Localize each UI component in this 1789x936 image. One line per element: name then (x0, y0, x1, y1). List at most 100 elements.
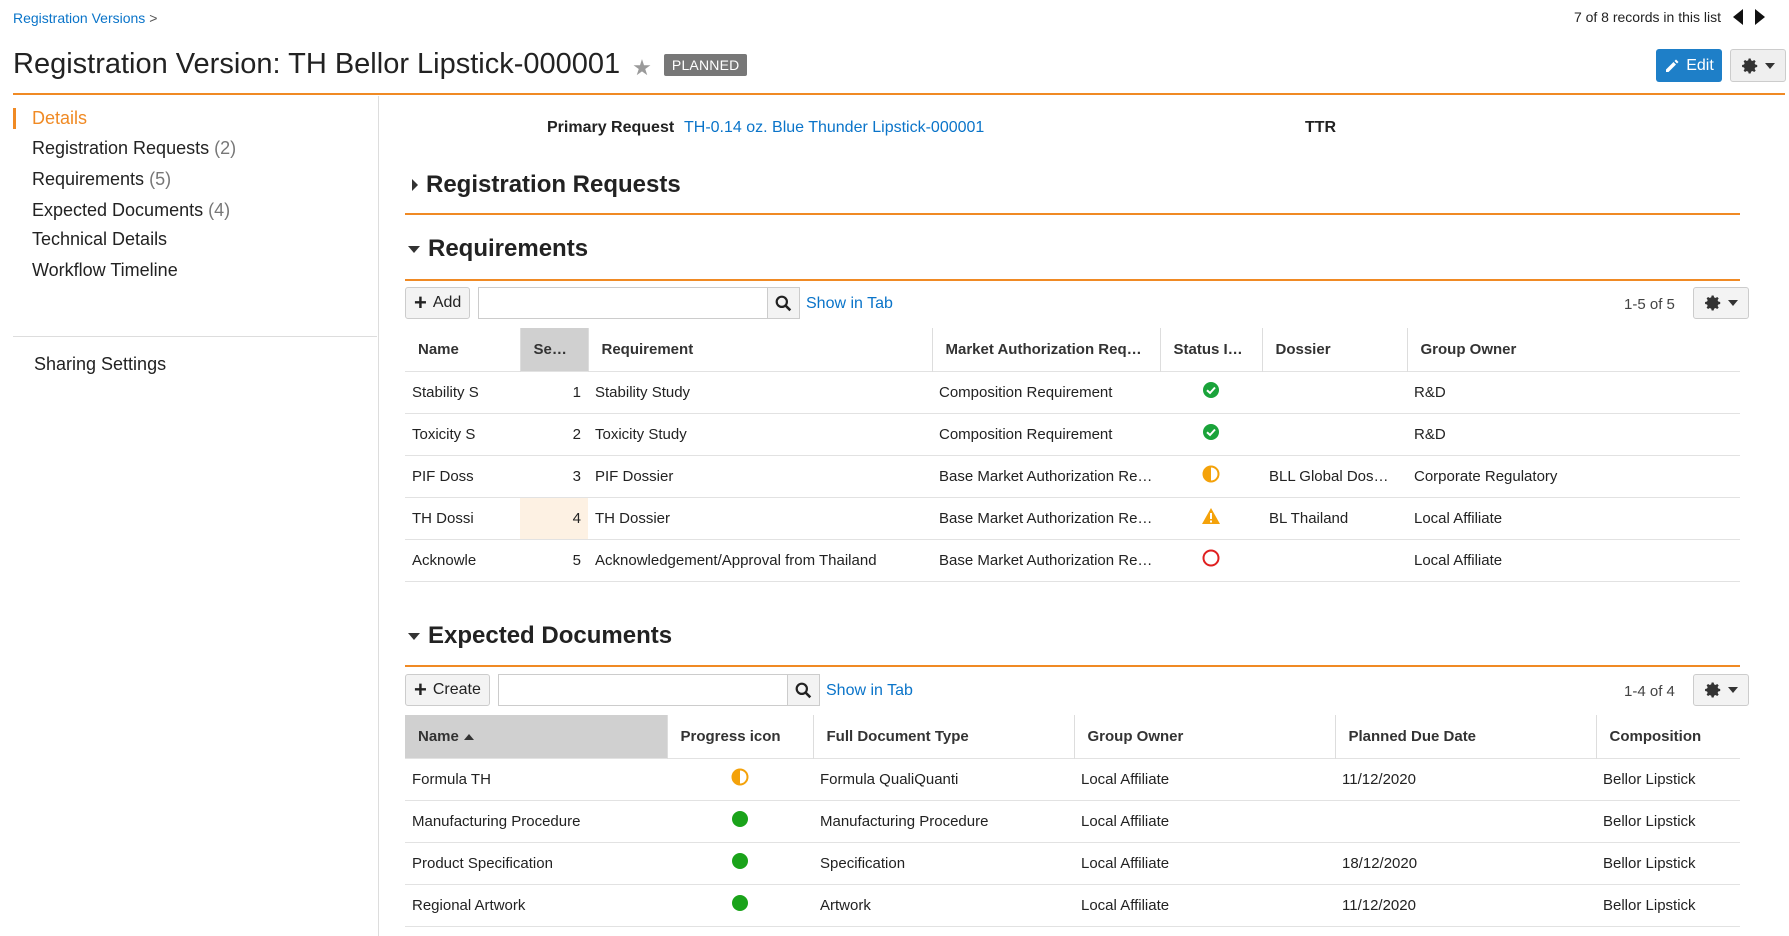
primary-request-link[interactable]: TH-0.14 oz. Blue Thunder Lipstick-000001 (684, 119, 984, 137)
requirements-search-button[interactable] (768, 287, 800, 319)
breadcrumb-registration-versions[interactable]: Registration Versions (13, 10, 145, 26)
row-name-link[interactable]: Toxicity S (405, 412, 520, 455)
row-market-authorization: Composition Requirement (932, 370, 1160, 413)
documents-search-button[interactable] (788, 674, 820, 706)
documents-show-in-tab-link[interactable]: Show in Tab (826, 682, 913, 700)
column-header-group-owner[interactable]: Group Owner (1074, 715, 1336, 758)
requirements-pager: 1-5 of 5 (1624, 296, 1675, 313)
sidebar-item-label: Registration Requests (32, 138, 210, 158)
requirements-actions-button[interactable] (1693, 287, 1749, 319)
sidebar-item-sharing-settings[interactable]: Sharing Settings (13, 354, 166, 375)
ttr-label: TTR (1305, 119, 1337, 136)
row-requirement-link[interactable]: TH Dossier (588, 496, 932, 539)
column-header-dossier[interactable]: Dossier (1262, 328, 1408, 371)
add-label: Add (432, 294, 462, 311)
sidebar-item-workflow-timeline[interactable]: Workflow Timeline (13, 260, 178, 281)
section-requirements[interactable]: Requirements (408, 235, 588, 263)
row-name-link[interactable]: Formula TH (405, 757, 667, 800)
section-title: Registration Requests (426, 171, 681, 198)
gear-icon (1705, 295, 1721, 311)
sidebar-item-technical-details[interactable]: Technical Details (13, 229, 167, 250)
create-label: Create (432, 681, 481, 698)
row-requirement-link[interactable]: Acknowledgement/Approval from Thailand (588, 538, 932, 582)
record-actions-button[interactable] (1730, 49, 1786, 82)
sidebar-item-expected-documents[interactable]: Expected Documents (4) (13, 200, 230, 221)
sidebar-item-label: Expected Documents (32, 200, 204, 220)
requirements-show-in-tab-link[interactable]: Show in Tab (806, 295, 893, 313)
row-dossier-link[interactable]: BLL Global Dos… (1262, 454, 1407, 497)
main-content: Primary Request TH-0.14 oz. Blue Thunder… (380, 96, 1789, 936)
section-divider (405, 279, 1740, 281)
star-icon[interactable]: ★ (632, 55, 652, 81)
sort-asc-icon (571, 346, 582, 353)
row-document-type: Artwork (813, 883, 1074, 927)
row-sequence: 5 (520, 538, 588, 582)
row-name-link[interactable]: Stability S (405, 370, 520, 413)
row-requirement-link[interactable]: PIF Dossier (588, 454, 932, 497)
row-name-link[interactable]: Acknowle (405, 538, 520, 582)
documents-search-input[interactable] (498, 674, 788, 706)
filled-circle-icon (732, 853, 748, 869)
row-group-owner: R&D (1407, 370, 1740, 413)
next-record-icon[interactable] (1755, 9, 1765, 25)
row-name-link[interactable]: Product Specification (405, 841, 667, 884)
sidebar-item-registration-requests[interactable]: Registration Requests (2) (13, 138, 236, 159)
column-header-name[interactable]: Name (405, 328, 521, 371)
table-row: Manufacturing Procedure Manufacturing Pr… (405, 799, 1740, 842)
row-progress (667, 757, 813, 800)
column-header-due-date[interactable]: Planned Due Date (1335, 715, 1597, 758)
filled-circle-icon (732, 895, 748, 911)
row-composition-link[interactable]: Bellor Lipstick (1596, 883, 1740, 927)
row-composition-link[interactable]: Bellor Lipstick (1596, 841, 1740, 884)
create-document-button[interactable]: + Create (405, 674, 490, 706)
requirements-search-input[interactable] (478, 287, 768, 319)
row-group-owner: Local Affiliate (1074, 757, 1335, 800)
column-header-progress[interactable]: Progress icon (667, 715, 814, 758)
column-header-sequence[interactable]: Se… (520, 328, 589, 371)
add-requirement-button[interactable]: + Add (405, 287, 471, 319)
sidebar-item-label: Requirements (32, 169, 145, 189)
row-requirement-link[interactable]: Stability Study (588, 370, 932, 413)
row-requirement-link[interactable]: Toxicity Study (588, 412, 932, 455)
sidebar-item-requirements[interactable]: Requirements (5) (13, 169, 171, 190)
row-status (1160, 454, 1262, 497)
section-divider (405, 213, 1740, 215)
edit-button[interactable]: Edit (1656, 49, 1722, 82)
requirements-table: Name Se… Requirement Market Authorizatio… (405, 328, 1740, 582)
column-header-status[interactable]: Status I… (1160, 328, 1263, 371)
column-header-document-type[interactable]: Full Document Type (813, 715, 1075, 758)
previous-record-icon[interactable] (1733, 9, 1743, 25)
check-circle-icon (1203, 424, 1219, 440)
row-market-authorization: Base Market Authorization Re… (932, 538, 1160, 582)
half-circle-icon (1202, 465, 1220, 483)
column-header-requirement[interactable]: Requirement (588, 328, 933, 371)
chevron-down-icon (1765, 62, 1775, 69)
column-header-composition[interactable]: Composition (1596, 715, 1740, 758)
sort-asc-icon (463, 733, 474, 740)
search-icon (775, 295, 792, 311)
table-row: Regional Artwork Artwork Local Affiliate… (405, 883, 1740, 927)
row-dossier-link[interactable] (1262, 370, 1407, 413)
sidebar-item-details[interactable]: Details (13, 108, 87, 129)
row-dossier-link[interactable] (1262, 538, 1407, 582)
row-dossier-link[interactable]: BL Thailand (1262, 496, 1407, 539)
row-name-link[interactable]: TH Dossi (405, 496, 520, 539)
sidebar-item-label: Workflow Timeline (32, 260, 178, 280)
section-expected-documents[interactable]: Expected Documents (408, 622, 672, 650)
column-header-name[interactable]: Name (405, 715, 668, 758)
documents-pager: 1-4 of 4 (1624, 683, 1675, 700)
row-composition-link[interactable]: Bellor Lipstick (1596, 757, 1740, 800)
row-progress (667, 799, 813, 842)
row-name-link[interactable]: PIF Doss (405, 454, 520, 497)
row-name-link[interactable]: Regional Artwork (405, 883, 667, 927)
row-sequence: 1 (520, 370, 588, 413)
expand-icon (412, 179, 418, 191)
row-name-link[interactable]: Manufacturing Procedure (405, 799, 667, 842)
column-header-market-authorization[interactable]: Market Authorization Requi… (932, 328, 1161, 371)
row-dossier-link[interactable] (1262, 412, 1407, 455)
row-composition-link[interactable]: Bellor Lipstick (1596, 799, 1740, 842)
documents-actions-button[interactable] (1693, 674, 1749, 706)
chevron-down-icon (1728, 300, 1738, 306)
column-header-group-owner[interactable]: Group Owner (1407, 328, 1740, 371)
section-registration-requests[interactable]: Registration Requests (412, 171, 681, 199)
